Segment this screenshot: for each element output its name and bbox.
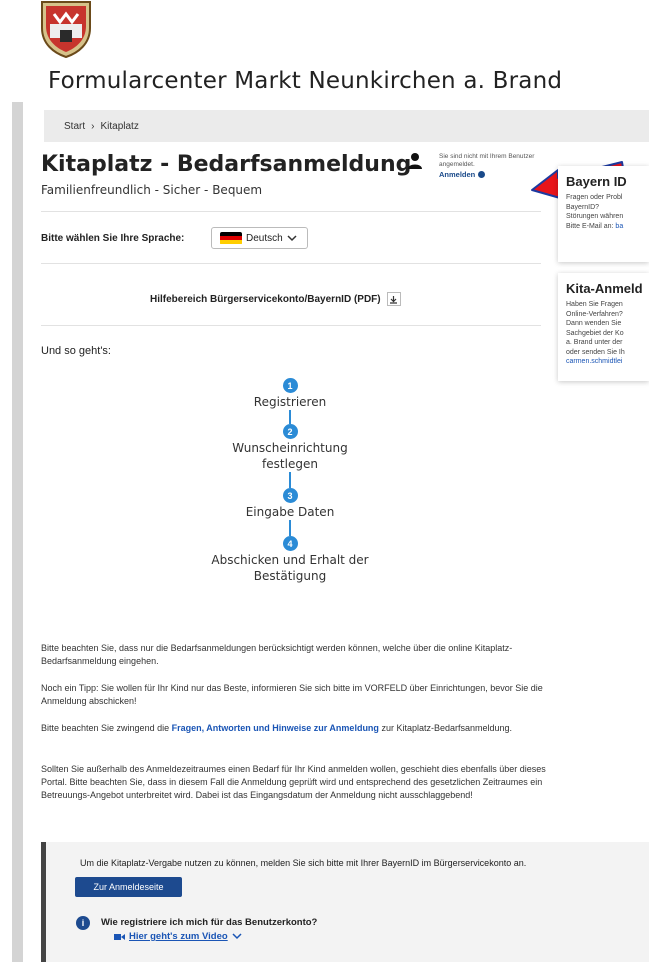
help-pdf-link[interactable]: Hilfebereich Bürgerservicekonto/BayernID… <box>150 292 401 306</box>
deadline-paragraph: Sollten Sie außerhalb des Anmeldezeitrau… <box>41 764 546 800</box>
chevron-down-icon[interactable] <box>232 933 242 940</box>
card-line: carmen.schmidtlei <box>566 357 649 367</box>
card-line: Sachgebiet der Ko <box>566 329 624 337</box>
language-select[interactable]: Deutsch <box>211 227 308 249</box>
help-pdf-label[interactable]: Hilfebereich Bürgerservicekonto/BayernID… <box>150 294 381 305</box>
card-line: Dann wenden Sie <box>566 320 622 327</box>
bayernid-card: Bayern ID Fragen oder Probl BayernID? St… <box>558 166 649 262</box>
video-link-label[interactable]: Hier geht's zum Video <box>129 931 228 942</box>
card-title: Bayern ID <box>566 174 627 189</box>
step-connector <box>289 472 291 488</box>
step-number: 3 <box>282 488 298 503</box>
info-icon: i <box>76 916 90 930</box>
login-notice-box: Um die Kitaplatz-Vergabe nutzen zu könne… <box>41 842 649 962</box>
divider <box>41 263 541 264</box>
card-line: Bitte E-Mail an: ba <box>566 222 649 232</box>
card-line: oder senden Sie Ih <box>566 348 625 356</box>
card-line: a. Brand unter der <box>566 339 623 346</box>
login-link-label[interactable]: Anmelden <box>439 170 475 179</box>
card-line: BayernID? <box>566 203 600 211</box>
card-title: Kita-Anmeld <box>566 281 643 296</box>
language-label: Bitte wählen Sie Ihre Sprache: <box>41 233 185 244</box>
faq-paragraph-text: zur Kitaplatz-Bedarfsanmeldung. <box>378 723 513 733</box>
video-link[interactable]: Hier geht's zum Video <box>114 931 242 942</box>
page-subtitle: Familienfreundlich - Sicher - Bequem <box>41 183 263 197</box>
card-email-link[interactable]: ba <box>615 223 623 230</box>
login-page-button[interactable]: Zur Anmeldeseite <box>75 877 182 897</box>
step-label: festlegen <box>262 457 318 471</box>
card-email-prefix: Bitte E-Mail an: <box>566 222 616 230</box>
card-line: Haben Sie Fragen <box>566 301 623 308</box>
card-email-link[interactable]: carmen.schmidtlei <box>566 358 622 365</box>
coat-of-arms-logo <box>41 1 91 58</box>
step-2: 2 Wunscheinrichtung festlegen <box>180 424 400 472</box>
step-number: 2 <box>282 424 298 439</box>
tip-paragraph: Noch ein Tipp: Sie wollen für Ihr Kind n… <box>41 683 543 706</box>
chevron-down-icon <box>287 235 297 242</box>
step-3: 3 Eingabe Daten <box>180 488 400 520</box>
kita-registration-card: Kita-Anmeld Haben Sie Fragen Online-Verf… <box>558 273 649 381</box>
step-label: Wunscheinrichtung <box>232 441 348 455</box>
faq-link[interactable]: Fragen, Antworten und Hinweise zur Anmel… <box>172 723 379 733</box>
step-connector <box>289 520 291 536</box>
step-label: Bestätigung <box>253 569 327 583</box>
info-icon <box>478 171 486 178</box>
divider <box>41 325 541 326</box>
page-title: Kitaplatz - Bedarfsanmeldung <box>41 152 412 177</box>
language-select-value: Deutsch <box>246 232 283 244</box>
site-title: Formularcenter Markt Neunkirchen a. Bran… <box>48 68 563 94</box>
step-number: 1 <box>282 378 298 393</box>
how-it-works-label: Und so geht's: <box>41 345 111 357</box>
step-4: 4 Abschicken und Erhalt der Bestätigung <box>180 536 400 584</box>
breadcrumb-home-link[interactable]: Start <box>64 121 85 132</box>
info-paragraph: Bitte beachten Sie, dass nur die Bedarfs… <box>41 643 513 666</box>
step-label: Registrieren <box>253 395 327 409</box>
german-flag-icon <box>220 231 242 245</box>
step-label: Abschicken und Erhalt der <box>211 553 369 567</box>
breadcrumb-separator: › <box>91 120 95 132</box>
download-icon[interactable] <box>386 292 401 306</box>
faq-question: Wie registriere ich mich für das Benutze… <box>101 917 318 928</box>
breadcrumb: Start › Kitaplatz <box>44 110 649 142</box>
step-1: 1 Registrieren <box>180 378 400 410</box>
card-line: Störungen währen <box>566 213 624 220</box>
divider <box>41 211 541 212</box>
video-icon <box>114 933 125 940</box>
card-line: Online-Verfahren? <box>566 310 623 318</box>
login-link[interactable]: Anmelden <box>439 170 486 179</box>
steps-list: 1 Registrieren 2 Wunscheinrichtung festl… <box>180 378 400 584</box>
notice-text: Um die Kitaplatz-Vergabe nutzen zu könne… <box>80 858 527 868</box>
faq-paragraph-text: Bitte beachten Sie zwingend die <box>41 723 172 733</box>
breadcrumb-current: Kitaplatz <box>100 120 139 132</box>
step-number: 4 <box>282 536 298 551</box>
card-line: Fragen oder Probl <box>566 194 623 201</box>
faq-paragraph: Bitte beachten Sie zwingend die Fragen, … <box>41 722 546 735</box>
step-label: Eingabe Daten <box>245 505 335 519</box>
left-accent-bar <box>12 102 23 962</box>
login-status-text: Sie sind nicht mit Ihrem Benutzer angeme… <box>439 153 535 168</box>
step-connector <box>289 410 291 424</box>
user-icon <box>408 153 422 169</box>
